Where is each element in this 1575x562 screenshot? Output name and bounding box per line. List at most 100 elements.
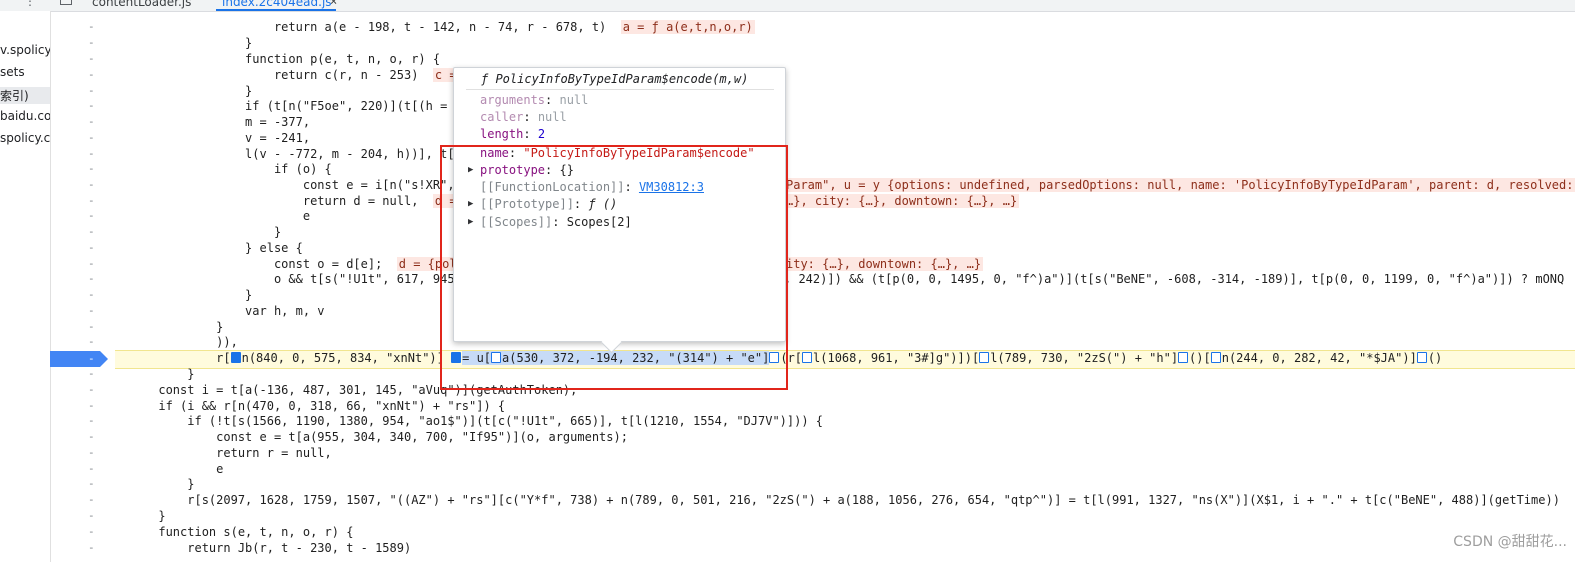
code-line: v = -241, xyxy=(115,131,311,145)
code-line: } xyxy=(115,509,166,523)
gutter-marker[interactable]: - xyxy=(88,84,95,97)
code-line: } xyxy=(115,367,195,381)
code-line: if (o) { xyxy=(115,162,332,176)
gutter-marker[interactable]: - xyxy=(88,36,95,49)
navigator-item[interactable]: v.spolicy. xyxy=(0,43,50,57)
tab-index-js[interactable]: index.2c404ead.js xyxy=(216,0,336,11)
code-line: if (i && r[n(470, 0, 318, 66, "xnNt") + … xyxy=(115,399,506,413)
code-line: e xyxy=(115,462,224,476)
gutter-marker[interactable]: - xyxy=(88,288,95,301)
gutter-marker[interactable]: - xyxy=(88,52,95,65)
code-line: )), xyxy=(115,335,238,349)
gutter-marker[interactable]: - xyxy=(88,131,95,144)
code-line: m = -377, xyxy=(115,115,311,129)
editor-tab-bar: ⋮ contentLoader.js index.2c404ead.js × xyxy=(0,0,1575,12)
code-line: o && t[s("!U1t", 617, 945, xyxy=(115,272,462,286)
code-line: function s(e, t, n, o, r) { xyxy=(115,525,354,539)
step-marker-icon[interactable] xyxy=(1416,352,1427,363)
property-row: caller: null xyxy=(480,110,567,124)
gutter-marker[interactable]: - xyxy=(88,541,95,554)
gutter-marker[interactable]: - xyxy=(88,225,95,238)
gutter-marker[interactable]: - xyxy=(88,162,95,175)
property-row: arguments: null xyxy=(480,93,589,107)
gutter-marker[interactable]: - xyxy=(88,99,95,112)
code-line: e xyxy=(115,209,311,223)
gutter-marker[interactable]: - xyxy=(88,446,95,459)
code-line: } xyxy=(115,477,195,491)
code-line: const e = t[a(955, 304, 340, 700, "If95"… xyxy=(115,430,628,444)
gutter-marker[interactable]: - xyxy=(88,272,95,285)
code-line: const o = d[e]; d = {poli xyxy=(115,257,466,271)
step-marker-icon[interactable] xyxy=(979,352,990,363)
navigator-item[interactable]: sets xyxy=(0,65,25,79)
code-line-tail: , 242)]) && (t[p(0, 0, 1495, 0, "f^)a")]… xyxy=(784,272,1565,286)
code-line: function p(e, t, n, o, r) { xyxy=(115,52,441,66)
annotation-highlight-box xyxy=(440,145,788,390)
code-line: var h, m, v xyxy=(115,304,325,318)
step-marker-icon[interactable] xyxy=(1210,352,1221,363)
code-line: } xyxy=(115,320,224,334)
code-line-tail: ity: {…}, downtown: {…}, …} xyxy=(784,257,984,273)
code-line: if (!t[s(1566, 1190, 1380, 954, "ao1$")]… xyxy=(115,414,824,428)
gutter-marker[interactable]: - xyxy=(88,525,95,538)
code-line: r[s(2097, 1628, 1759, 1507, "((AZ") + "r… xyxy=(115,493,1560,507)
inline-value: a = ƒ a(e,t,n,o,r) xyxy=(620,20,755,34)
toggle-navigator-icon[interactable] xyxy=(60,0,72,5)
gutter-marker[interactable]: - xyxy=(88,414,95,427)
gutter-marker[interactable]: - xyxy=(88,304,95,317)
code-line: return a(e - 198, t - 142, n - 74, r - 6… xyxy=(115,20,755,34)
inline-value: Param", u = y {options: undefined, parse… xyxy=(784,178,1575,192)
gutter-marker[interactable]: - xyxy=(88,335,95,348)
code-line: } xyxy=(115,36,253,50)
code-line: return Jb(r, t - 230, t - 1589) xyxy=(115,541,412,555)
property-row: length: 2 xyxy=(480,127,546,141)
gutter-marker[interactable]: - xyxy=(88,462,95,475)
code-line-tail: Param", u = y {options: undefined, parse… xyxy=(784,178,1575,194)
popover-divider xyxy=(466,89,774,90)
popover-title: ƒ PolicyInfoByTypeIdParam$encode(m,w) xyxy=(481,72,749,86)
gutter-marker[interactable]: - xyxy=(88,320,95,333)
code-line: } else { xyxy=(115,241,303,255)
gutter-marker[interactable]: - xyxy=(88,367,95,380)
breakpoint-marker[interactable]: - xyxy=(50,351,108,367)
navigator-item-selected[interactable]: 索引) xyxy=(0,87,50,104)
step-marker-icon[interactable] xyxy=(230,352,241,363)
more-icon[interactable]: ⋮ xyxy=(24,0,36,8)
gutter-marker[interactable]: - xyxy=(88,383,95,396)
gutter-marker[interactable]: - xyxy=(88,194,95,207)
line-gutter[interactable]: --------------------------------- xyxy=(50,11,115,562)
gutter-marker[interactable]: - xyxy=(88,68,95,81)
code-line: if (t[n("F5oe", 220)](t[(h = " xyxy=(115,99,462,113)
code-line: const e = i[n("s!XR", xyxy=(115,178,462,192)
gutter-marker[interactable]: - xyxy=(88,477,95,490)
gutter-marker[interactable]: - xyxy=(88,493,95,506)
code-line: return c(r, n - 253) c = xyxy=(115,68,466,82)
gutter-marker[interactable]: - xyxy=(88,241,95,254)
code-line: return r = null, xyxy=(115,446,332,460)
watermark-text: CSDN @甜甜花... xyxy=(1453,534,1567,550)
gutter-marker[interactable]: - xyxy=(88,509,95,522)
code-line: } xyxy=(115,84,253,98)
code-line: return d = null, d = xyxy=(115,194,466,208)
inline-value: …}, city: {…}, downtown: {…}, …} xyxy=(784,194,1020,208)
gutter-marker[interactable]: - xyxy=(88,147,95,160)
code-line-tail: …}, city: {…}, downtown: {…}, …} xyxy=(784,194,1020,210)
navigator-item[interactable]: baidu.cor xyxy=(0,109,50,123)
tab-content-loader[interactable]: contentLoader.js xyxy=(92,0,191,11)
gutter-marker[interactable]: - xyxy=(88,178,95,191)
code-line: } xyxy=(115,288,253,302)
close-tab-icon[interactable]: × xyxy=(330,0,337,8)
gutter-marker[interactable]: - xyxy=(88,20,95,33)
gutter-marker[interactable]: - xyxy=(88,430,95,443)
code-line: l(v - -772, m - 204, h))], t[n xyxy=(115,147,462,161)
navigator-item[interactable]: spolicy.c xyxy=(0,131,50,145)
file-navigator: v.spolicy. sets 索引) baidu.cor spolicy.c xyxy=(0,11,51,562)
gutter-marker[interactable]: - xyxy=(88,115,95,128)
code-line: } xyxy=(115,225,282,239)
step-marker-icon[interactable] xyxy=(1178,352,1189,363)
gutter-marker[interactable]: - xyxy=(88,209,95,222)
step-marker-icon[interactable] xyxy=(802,352,813,363)
gutter-marker[interactable]: - xyxy=(88,257,95,270)
inline-value: ity: {…}, downtown: {…}, …} xyxy=(784,257,984,271)
gutter-marker[interactable]: - xyxy=(88,399,95,412)
